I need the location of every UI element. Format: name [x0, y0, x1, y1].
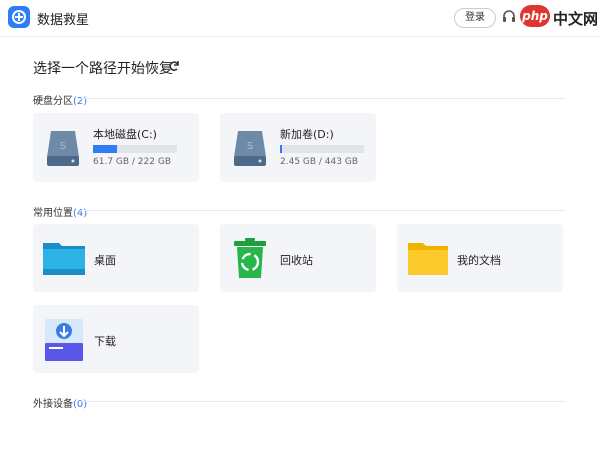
download-icon [45, 319, 83, 361]
recycle-bin-icon [234, 238, 266, 278]
drive-label-d: 新加卷(D:) [280, 128, 334, 141]
section-disks-header: 硬盘分区(2) [33, 92, 87, 107]
app-title: 数据救星 [37, 13, 90, 28]
section-common-header: 常用位置(4) [33, 204, 87, 219]
location-label-recycle-bin: 回收站 [280, 254, 313, 267]
drive-size-d: 2.45 GB / 443 GB [280, 157, 358, 167]
refresh-icon[interactable] [168, 60, 180, 72]
location-label-documents: 我的文档 [457, 254, 501, 267]
drive-label-c: 本地磁盘(C:) [93, 128, 157, 141]
location-card-downloads[interactable]: 下载 [33, 305, 199, 373]
app-logo-icon [8, 6, 30, 28]
page-title: 选择一个路径开始恢复 [33, 61, 173, 77]
headset-icon[interactable] [502, 9, 516, 25]
hard-drive-icon: S [47, 131, 79, 166]
section-divider [80, 401, 565, 402]
section-divider [80, 210, 565, 211]
svg-text:S: S [247, 141, 253, 152]
section-common-label: 常用位置 [33, 208, 73, 219]
documents-folder-icon [408, 243, 448, 275]
hard-drive-icon: S [234, 131, 266, 166]
drive-usage-fill-d [280, 145, 282, 153]
drive-card-d[interactable]: S 新加卷(D:) 2.45 GB / 443 GB [220, 113, 376, 182]
drive-usage-fill-c [93, 145, 117, 153]
title-bar: 数据救星 登录 php 中文网 [0, 0, 600, 37]
drive-usage-bar-c [93, 145, 177, 153]
brand-text: 中文网 [553, 10, 599, 28]
drive-card-c[interactable]: S 本地磁盘(C:) 61.7 GB / 222 GB [33, 113, 199, 182]
drive-usage-bar-d [280, 145, 364, 153]
location-card-desktop[interactable]: 桌面 [33, 224, 199, 292]
drive-size-c: 61.7 GB / 222 GB [93, 157, 171, 167]
location-label-desktop: 桌面 [94, 254, 116, 267]
brand-watermark: php 中文网 [520, 4, 600, 30]
location-label-downloads: 下载 [94, 335, 116, 348]
svg-text:S: S [60, 141, 66, 152]
section-external-header: 外接设备(0) [33, 395, 87, 410]
section-divider [80, 98, 565, 99]
section-external-label: 外接设备 [33, 399, 73, 410]
login-button[interactable]: 登录 [454, 8, 496, 28]
location-card-documents[interactable]: 我的文档 [397, 224, 563, 292]
desktop-folder-icon [43, 243, 85, 275]
location-card-recycle-bin[interactable]: 回收站 [220, 224, 376, 292]
section-disks-label: 硬盘分区 [33, 96, 73, 107]
brand-p-logo: php [520, 5, 550, 27]
